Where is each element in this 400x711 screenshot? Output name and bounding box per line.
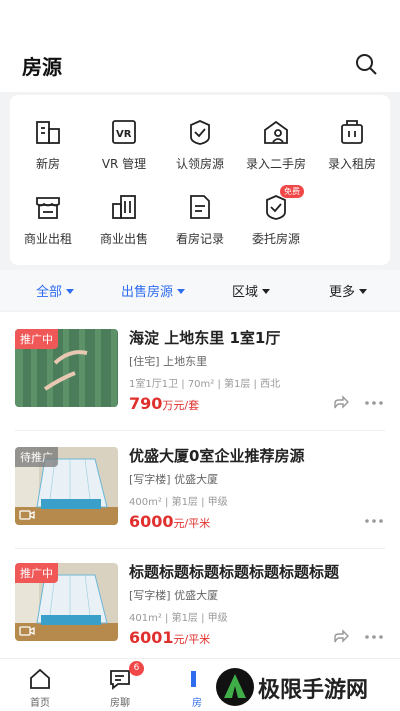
listing-list: 推广中 海淀 上地东里 1室1厅 [住宅] 上地东里 1室1厅1卫 | 70m²…	[0, 312, 400, 658]
listing-meta: 401m² | 第1层 | 甲级	[129, 613, 228, 624]
unread-count-badge: 6	[129, 661, 144, 676]
more-icon[interactable]	[365, 635, 383, 639]
share-icon[interactable]	[333, 394, 349, 410]
chevron-down-icon	[262, 289, 271, 294]
share-icon[interactable]	[333, 628, 349, 644]
status-badge: 推广中	[15, 329, 58, 349]
vr-icon: VR	[112, 120, 136, 144]
page-title: 房源	[22, 55, 62, 79]
filter-label: 全部	[36, 285, 63, 300]
price-unit: 元/平米	[173, 633, 211, 646]
listing-subtitle: [写字楼] 优盛大厦	[129, 589, 219, 602]
listing-title: 优盛大厦0室企业推荐房源	[129, 447, 305, 465]
grid-item-commercial-rent[interactable]: 商业出租	[10, 192, 86, 247]
listing-thumbnail: 推广中	[15, 563, 118, 641]
price-value: 6001	[129, 628, 174, 647]
price-value: 790	[129, 394, 163, 413]
grid-item-label: 看房记录	[175, 232, 224, 246]
chevron-down-icon	[359, 289, 368, 294]
listing-meta: 1室1厅1卫 | 70m² | 第1层 | 西北	[129, 379, 281, 390]
chevron-down-icon	[66, 289, 75, 294]
listing-title: 标题标题标题标题标题标题标题	[129, 563, 340, 581]
video-icon	[19, 510, 35, 520]
key-icon	[341, 120, 363, 144]
office-icon	[112, 195, 136, 219]
price-unit: 万元/套	[162, 399, 200, 412]
grid-item-vr[interactable]: VR VR 管理	[86, 117, 162, 172]
status-badge: 待推广	[15, 447, 58, 467]
filter-bar: 全部 出售房源 区域 更多	[0, 270, 400, 310]
watermark-text: 极限手游网	[258, 677, 369, 703]
document-icon	[190, 195, 210, 219]
grid-item-label: 委托房源	[251, 232, 300, 246]
grid-item-entrust[interactable]: 免费 委托房源	[238, 185, 314, 247]
more-icon[interactable]	[365, 519, 383, 523]
grid-item-label: 商业出租	[23, 232, 72, 246]
tab-home[interactable]: 首页	[15, 667, 65, 709]
filter-region[interactable]: 区域	[232, 281, 271, 300]
filter-label: 区域	[232, 285, 259, 300]
home-icon	[30, 668, 50, 689]
filter-label: 更多	[329, 285, 356, 300]
more-icon[interactable]	[365, 401, 383, 405]
building-icon	[36, 121, 60, 144]
grid-item-label: VR 管理	[101, 157, 147, 171]
shop-icon	[36, 197, 60, 219]
list-item[interactable]: 待推广 优盛大厦0室企业推荐房源 [写字楼] 优盛大厦 400m² | 第1层 …	[0, 430, 400, 548]
grid-item-viewing-record[interactable]: 看房记录	[162, 192, 238, 247]
list-item[interactable]: 推广中 标题标题标题标题标题标题标题 [写字楼] 优盛大厦 401m² | 第1…	[0, 546, 400, 664]
grid-item-commercial-sale[interactable]: 商业出售	[86, 192, 162, 247]
listing-price: 790万元/套	[129, 394, 199, 413]
listing-thumbnail: 推广中	[15, 329, 118, 407]
grid-item-second-hand[interactable]: 录入二手房	[238, 117, 314, 172]
search-icon[interactable]	[354, 52, 378, 76]
listing-meta: 400m² | 第1层 | 甲级	[129, 497, 228, 508]
grid-item-rental[interactable]: 录入租房	[314, 117, 390, 172]
grid-item-label: 录入二手房	[245, 157, 306, 171]
free-badge: 免费	[280, 185, 304, 198]
listing-title: 海淀 上地东里 1室1厅	[129, 329, 281, 347]
shield-check-icon	[190, 120, 210, 145]
status-badge: 推广中	[15, 563, 58, 583]
grid-item-new-house[interactable]: 新房	[10, 117, 86, 172]
svg-text:VR: VR	[116, 129, 132, 140]
tab-label: 房聊	[110, 698, 130, 709]
filter-for-sale[interactable]: 出售房源	[121, 281, 186, 300]
tab-chat[interactable]: 6 房聊	[95, 661, 145, 709]
chevron-down-icon	[177, 289, 186, 294]
house-user-icon	[264, 120, 288, 144]
listing-price: 6001元/平米	[129, 628, 210, 647]
grid-item-label: 认领房源	[175, 157, 224, 171]
video-icon	[19, 626, 35, 636]
listing-subtitle: [写字楼] 优盛大厦	[129, 473, 219, 486]
listing-subtitle: [住宅] 上地东里	[129, 355, 208, 368]
price-unit: 元/平米	[173, 517, 211, 530]
listing-price: 6000元/平米	[129, 512, 210, 531]
tab-label: 首页	[30, 698, 50, 709]
function-grid: 新房 VR VR 管理 认领房源 录入二手房 录入租房 商业出租 商业出售 看房…	[10, 95, 390, 265]
grid-item-claim[interactable]: 认领房源	[162, 117, 238, 172]
grid-item-label: 商业出售	[99, 232, 148, 246]
list-item[interactable]: 推广中 海淀 上地东里 1室1厅 [住宅] 上地东里 1室1厅1卫 | 70m²…	[0, 312, 400, 430]
filter-more[interactable]: 更多	[329, 281, 368, 300]
price-value: 6000	[129, 512, 174, 531]
listing-thumbnail: 待推广	[15, 447, 118, 525]
filter-label: 出售房源	[121, 285, 174, 300]
house-icon	[191, 671, 196, 687]
grid-item-label: 新房	[35, 157, 60, 171]
grid-item-label: 录入租房	[327, 157, 376, 171]
filter-all[interactable]: 全部	[36, 281, 75, 300]
header-bar: 房源	[0, 0, 400, 92]
